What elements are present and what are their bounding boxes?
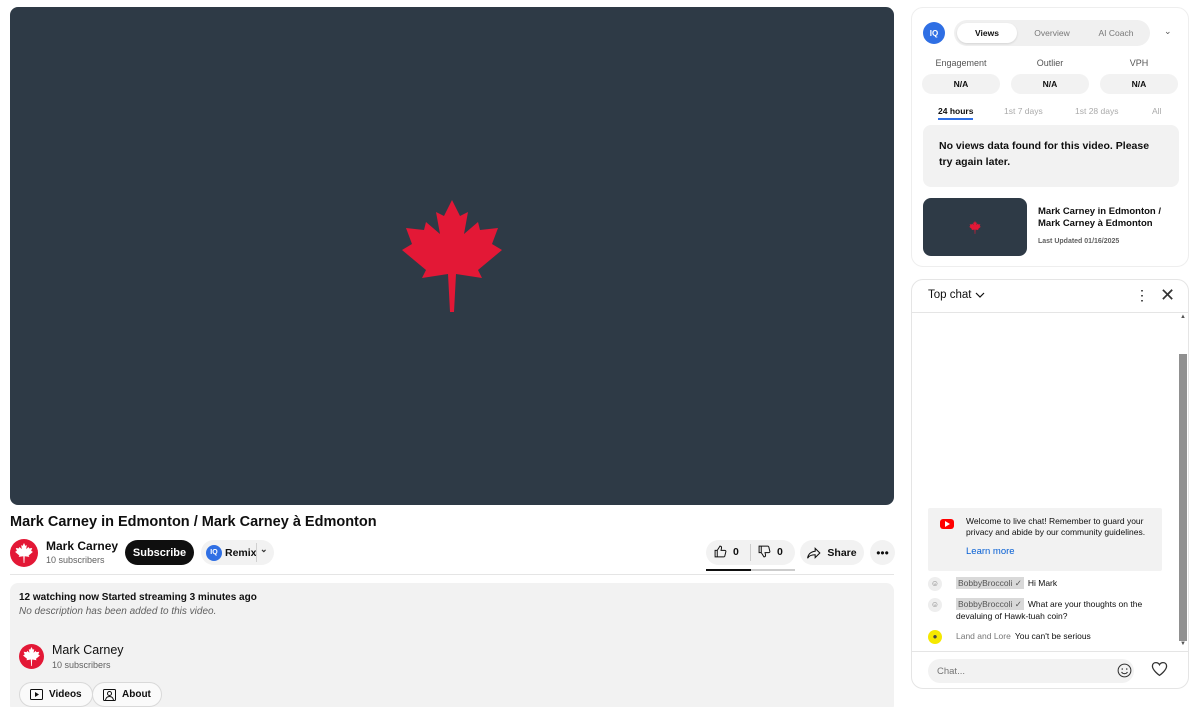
iq-logo-icon: IQ [923,22,945,44]
chevron-down-icon[interactable]: ⌄ [260,544,268,555]
share-icon [807,546,821,559]
metric-label-engagement: Engagement [935,58,987,68]
iq-logo-icon: IQ [206,544,222,561]
verified-check-icon: ✓ [1014,578,1022,588]
channel-avatar[interactable] [19,644,44,669]
divider [750,544,751,561]
metric-label-vph: VPH [1129,58,1149,68]
subscriber-count: 10 subscribers [46,555,105,565]
divider [10,574,894,575]
metric-value-outlier: N/A [1011,74,1089,94]
range-24-hours[interactable]: 24 hours [938,106,973,116]
video-title: Mark Carney in Edmonton / Mark Carney à … [10,514,377,530]
video-player[interactable] [10,7,894,505]
portrait-icon [103,688,116,701]
chevron-down-icon[interactable]: ⌄ [1164,26,1172,37]
description-box[interactable]: 12 watching now Started streaming 3 minu… [10,583,894,707]
metric-value-vph: N/A [1100,74,1178,94]
about-button[interactable]: About [92,682,162,707]
chat-message[interactable]: ☺ BobbyBroccoli ✓ Hi Mark [928,577,1168,591]
remix-label: Remix [225,546,257,559]
thumbs-down-icon [758,545,771,558]
like-button[interactable]: 0 [714,545,739,558]
scroll-down-icon[interactable]: ▼ [1180,641,1186,647]
user-avatar[interactable]: ☺ [928,598,942,612]
maple-leaf-icon [15,543,33,563]
tab-ai-coach[interactable]: AI Coach [1086,23,1146,43]
chat-scrollbar-thumb[interactable] [1179,354,1187,641]
maple-leaf-icon [23,647,40,666]
tab-views[interactable]: Views [957,23,1017,43]
no-data-message: No views data found for this video. Plea… [923,125,1179,187]
owner-row: Mark Carney 10 subscribers Subscribe IQ … [10,538,895,571]
share-label: Share [827,546,857,559]
stream-stats: 12 watching now Started streaming 3 minu… [19,592,257,603]
user-avatar[interactable]: ● [928,630,942,644]
chat-input-area [912,651,1188,688]
videos-button[interactable]: Videos [19,682,93,707]
dislike-count: 0 [777,545,783,558]
related-video-title[interactable]: Mark Carney in Edmonton / Mark Carney à … [1038,206,1178,230]
maple-leaf-icon [969,221,981,234]
user-avatar[interactable]: ☺ [928,577,942,591]
welcome-banner: Welcome to live chat! Remember to guard … [928,508,1162,571]
chat-author[interactable]: Land and Lore [956,631,1011,641]
range-first-7-days[interactable]: 1st 7 days [1004,106,1043,116]
metric-value-engagement: N/A [922,74,1000,94]
related-video-thumbnail[interactable] [923,198,1027,256]
play-icon [30,689,43,700]
range-tab-indicator [938,118,973,120]
channel-avatar[interactable] [10,539,38,567]
chat-author[interactable]: BobbyBroccoli ✓ [956,598,1024,610]
chat-text: Hi Mark [1027,578,1058,588]
welcome-text: Welcome to live chat! Remember to guard … [966,516,1146,537]
channel-name[interactable]: Mark Carney [52,643,124,657]
more-options-icon[interactable]: ⋮ [1135,287,1149,304]
close-icon[interactable]: ✕ [1160,285,1175,306]
chat-author[interactable]: BobbyBroccoli ✓ [956,577,1024,589]
range-all[interactable]: All [1152,106,1161,116]
thumbs-up-icon [714,545,727,558]
divider [256,543,257,562]
like-count: 0 [733,545,739,558]
remix-button[interactable]: IQ Remix ⌄ [201,540,274,565]
channel-name[interactable]: Mark Carney [46,539,118,553]
chat-message[interactable]: ☺ BobbyBroccoli ✓ What are your thoughts … [928,598,1168,622]
range-first-28-days[interactable]: 1st 28 days [1075,106,1118,116]
chat-mode-dropdown[interactable]: Top chat [928,289,985,301]
tab-overview[interactable]: Overview [1022,23,1082,43]
last-updated: Last Updated 01/16/2025 [1038,238,1120,245]
subscribe-button[interactable]: Subscribe [125,540,194,565]
chat-message[interactable]: ● Land and Lore You can't be serious [928,630,1168,644]
dislike-button[interactable]: 0 [758,545,783,558]
subscriber-count: 10 subscribers [52,660,111,670]
like-dislike-group: 0 0 [706,540,795,565]
metric-label-outlier: Outlier [1036,58,1064,68]
analytics-tabs: Views Overview AI Coach [954,20,1150,46]
chevron-down-icon [976,292,985,298]
more-actions-icon[interactable]: ••• [870,540,895,565]
maple-leaf-icon [402,200,502,312]
youtube-logo-icon [940,519,954,529]
like-ratio-bar [706,569,795,571]
heart-icon[interactable] [1151,661,1168,677]
chat-header: Top chat ⋮ ✕ [912,280,1188,313]
analytics-panel: IQ Views Overview AI Coach ⌄ Engagement … [911,7,1189,267]
scroll-up-icon[interactable]: ▲ [1180,314,1186,320]
chat-text: You can't be serious [1014,631,1091,641]
description-text: No description has been added to this vi… [19,606,217,617]
chat-input[interactable] [928,659,1134,683]
learn-more-link[interactable]: Learn more [966,546,1015,557]
emoji-icon[interactable] [1117,663,1132,678]
live-chat-panel: Top chat ⋮ ✕ ▲ ▼ Welcome to live chat! R… [911,279,1189,689]
verified-check-icon: ✓ [1014,599,1022,609]
share-button[interactable]: Share [800,540,864,565]
